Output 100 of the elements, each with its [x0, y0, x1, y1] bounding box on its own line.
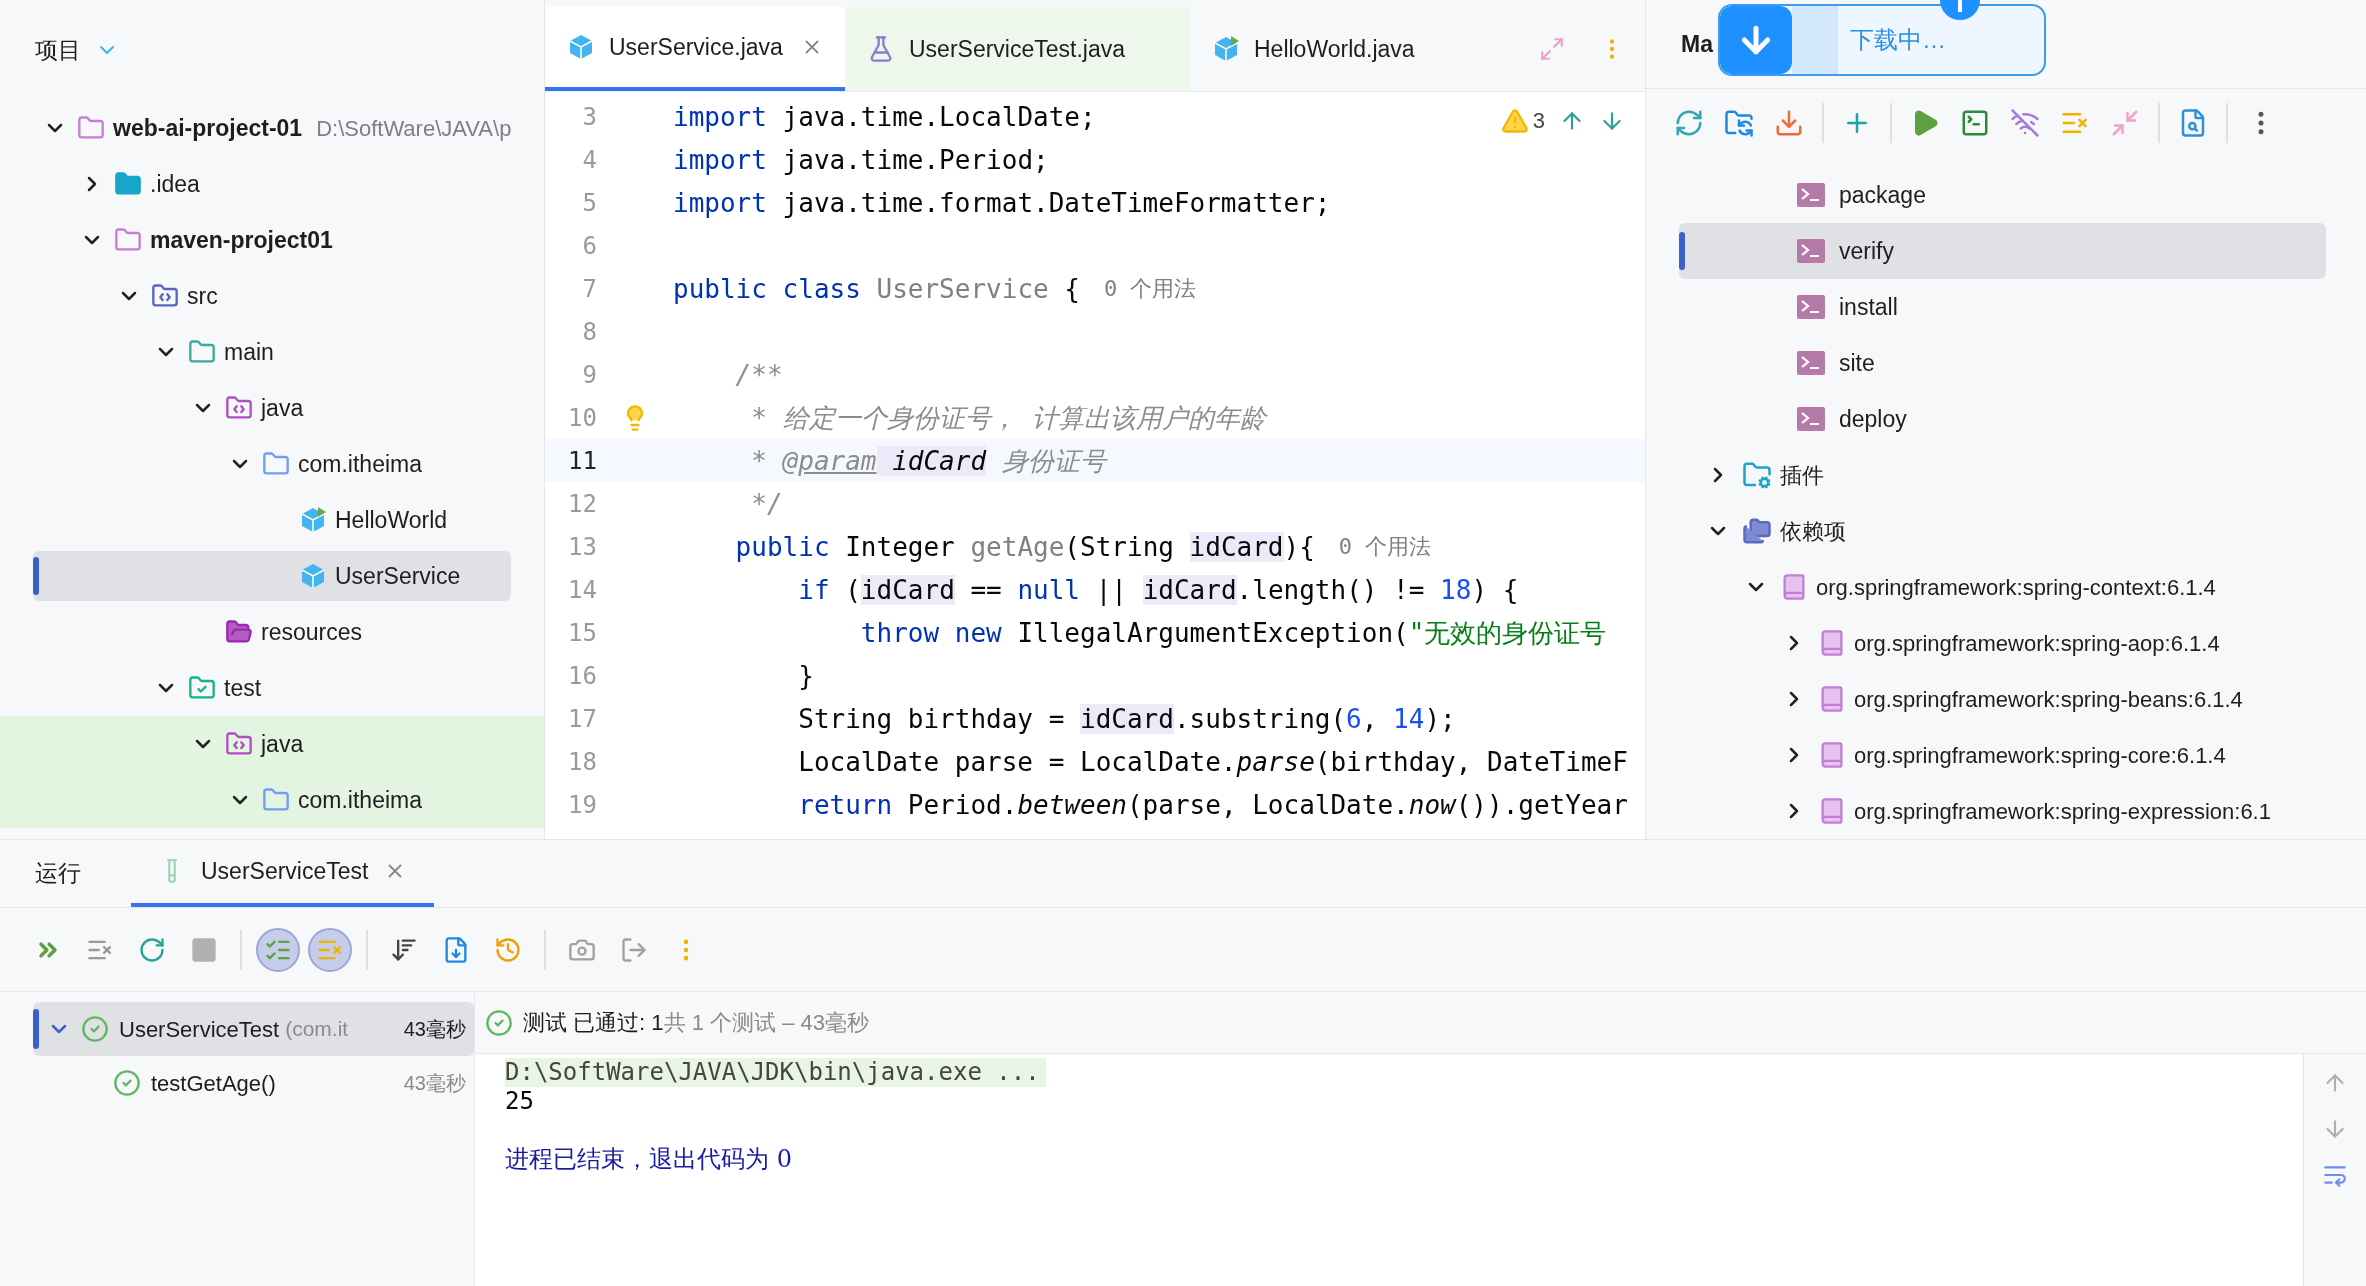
- line-number: 16: [567, 660, 597, 692]
- test-package: (com.it: [285, 1016, 349, 1043]
- terminal-icon: [1797, 239, 1825, 263]
- item-label: org.springframework:spring-expression:6.1: [1854, 797, 2271, 826]
- tree-item[interactable]: org.springframework:spring-aop:6.1.4: [1646, 615, 2326, 671]
- tree-item[interactable]: resources: [33, 607, 511, 657]
- tree-item[interactable]: org.springframework:spring-core:6.1.4: [1646, 727, 2326, 783]
- panel-title: Ma: [1681, 29, 1713, 59]
- source-folder-icon: [151, 282, 179, 310]
- console-line: 25: [505, 1087, 535, 1116]
- panel-title: 运行: [35, 859, 81, 889]
- item-label: 依赖项: [1780, 517, 1846, 546]
- line-number: 3: [581, 101, 597, 133]
- tree-item[interactable]: src: [33, 271, 511, 321]
- line-number: 11: [567, 445, 597, 477]
- passed-filter-icon[interactable]: [256, 927, 300, 972]
- item-label: com.itheima: [298, 785, 422, 815]
- code-line: import java.time.Period;: [673, 143, 1049, 177]
- line-number: 15: [567, 617, 597, 649]
- tree-item[interactable]: org.springframework:spring-context:6.1.4: [1646, 559, 2326, 615]
- line-number: 6: [581, 230, 597, 262]
- item-label: resources: [261, 617, 362, 647]
- plugins-folder-icon: [1742, 460, 1772, 490]
- tree-item[interactable]: test: [33, 663, 511, 713]
- usage-hint: 0 个用法: [1104, 275, 1197, 303]
- item-label: test: [224, 673, 262, 703]
- tree-item[interactable]: org.springframework:spring-beans:6.1.4: [1646, 671, 2326, 727]
- goal-item[interactable]: deploy: [1679, 391, 2326, 447]
- warning-counter[interactable]: 3: [1500, 104, 1545, 137]
- progress-segment: [1792, 6, 1838, 74]
- item-label: web-ai-project-01: [113, 113, 303, 143]
- code-line: LocalDate parse = LocalDate.parse(birthday, DateTimeF: [797, 745, 1628, 779]
- code-line: import java.time.LocalDate;: [673, 100, 1096, 134]
- goal-item[interactable]: package: [1679, 167, 2326, 223]
- ignored-filter-icon[interactable]: [308, 927, 352, 972]
- test-duration: 43毫秒: [403, 1071, 466, 1096]
- line-number: 17: [567, 703, 597, 735]
- panel-title: 项目: [35, 35, 81, 65]
- tree-item[interactable]: 插件: [1646, 447, 2326, 503]
- test-item[interactable]: UserServiceTest (com.it 43毫秒: [33, 1002, 474, 1056]
- check-icon: [113, 1069, 141, 1097]
- test-status: 测试 已通过: 1: [523, 1009, 664, 1037]
- code-line: String birthday = idCard.substring(6, 14);: [797, 702, 1456, 736]
- code-line: */: [750, 487, 783, 521]
- item-label: org.springframework:spring-core:6.1.4: [1854, 741, 2226, 770]
- test-folder-icon: [188, 674, 216, 702]
- item-label: maven-project01: [150, 225, 333, 255]
- selection-bar: [1679, 232, 1685, 270]
- item-label: UserService: [335, 561, 461, 591]
- line-number: 14: [567, 574, 597, 606]
- maximize-icon[interactable]: [1539, 36, 1565, 62]
- tree-item[interactable]: web-ai-project-01 D:\SoftWare\JAVA\p: [33, 103, 511, 153]
- code-line: }: [797, 659, 814, 693]
- source-folder-icon: [225, 394, 253, 422]
- goal-item[interactable]: verify: [1679, 223, 2326, 279]
- tree-item[interactable]: com.itheima: [33, 439, 511, 489]
- tree-item[interactable]: .idea: [33, 159, 511, 209]
- editor-tab[interactable]: UserServiceTest.java: [845, 7, 1190, 91]
- tree-item[interactable]: org.springframework:spring-expression:6.1: [1646, 783, 2326, 839]
- package-icon: [262, 450, 290, 478]
- code-line: throw new IllegalArgumentException("无效的身份证号: [859, 616, 1607, 650]
- line-number: 7: [581, 273, 597, 305]
- line-number: 19: [567, 789, 597, 821]
- runnable-class-icon: [1212, 35, 1240, 63]
- tree-item[interactable]: 依赖项: [1646, 503, 2326, 559]
- tree-item[interactable]: maven-project01: [33, 215, 511, 265]
- line-number: 18: [567, 746, 597, 778]
- terminal-icon: [1797, 295, 1825, 319]
- folder-icon: [114, 226, 142, 254]
- folder-icon: [114, 170, 142, 198]
- tree-item[interactable]: main: [33, 327, 511, 377]
- editor-tab[interactable]: UserService.java: [545, 7, 845, 91]
- code-line: public Integer getAge(String idCard){: [734, 530, 1315, 564]
- folders-icon: [1742, 516, 1772, 546]
- path-hint: D:\SoftWare\JAVA\p: [316, 114, 512, 143]
- code-line: import java.time.format.DateTimeFormatter;: [673, 186, 1331, 220]
- terminal-icon: [1797, 183, 1825, 207]
- tree-item[interactable]: java: [33, 383, 511, 433]
- item-label: .idea: [150, 169, 200, 199]
- goal-item[interactable]: install: [1679, 279, 2326, 335]
- selection-bar: [33, 557, 39, 595]
- selection-bar: [33, 1009, 39, 1049]
- tree-item[interactable]: HelloWorld: [33, 495, 511, 545]
- item-label: main: [224, 337, 274, 367]
- goal-item[interactable]: site: [1679, 335, 2326, 391]
- editor-tab[interactable]: HelloWorld.java: [1190, 7, 1437, 91]
- code-line: public class UserService {: [673, 272, 1080, 306]
- tree-item[interactable]: UserService: [33, 551, 511, 601]
- test-item[interactable]: testGetAge() 43毫秒: [33, 1056, 474, 1110]
- code-line: if (idCard == null || idCard.length() != 18) {: [797, 573, 1519, 608]
- item-label: org.springframework:spring-beans:6.1.4: [1854, 685, 2243, 714]
- line-number: 12: [567, 488, 597, 520]
- check-icon: [485, 1008, 513, 1037]
- line-number: 10: [567, 402, 597, 434]
- item-label: java: [261, 729, 304, 759]
- run-tab[interactable]: UserServiceTest: [131, 839, 435, 907]
- terminal-icon: [1797, 407, 1825, 431]
- item-label: org.springframework:spring-aop:6.1.4: [1854, 629, 2220, 658]
- item-label: src: [187, 281, 218, 311]
- runnable-class-icon: [299, 506, 327, 534]
